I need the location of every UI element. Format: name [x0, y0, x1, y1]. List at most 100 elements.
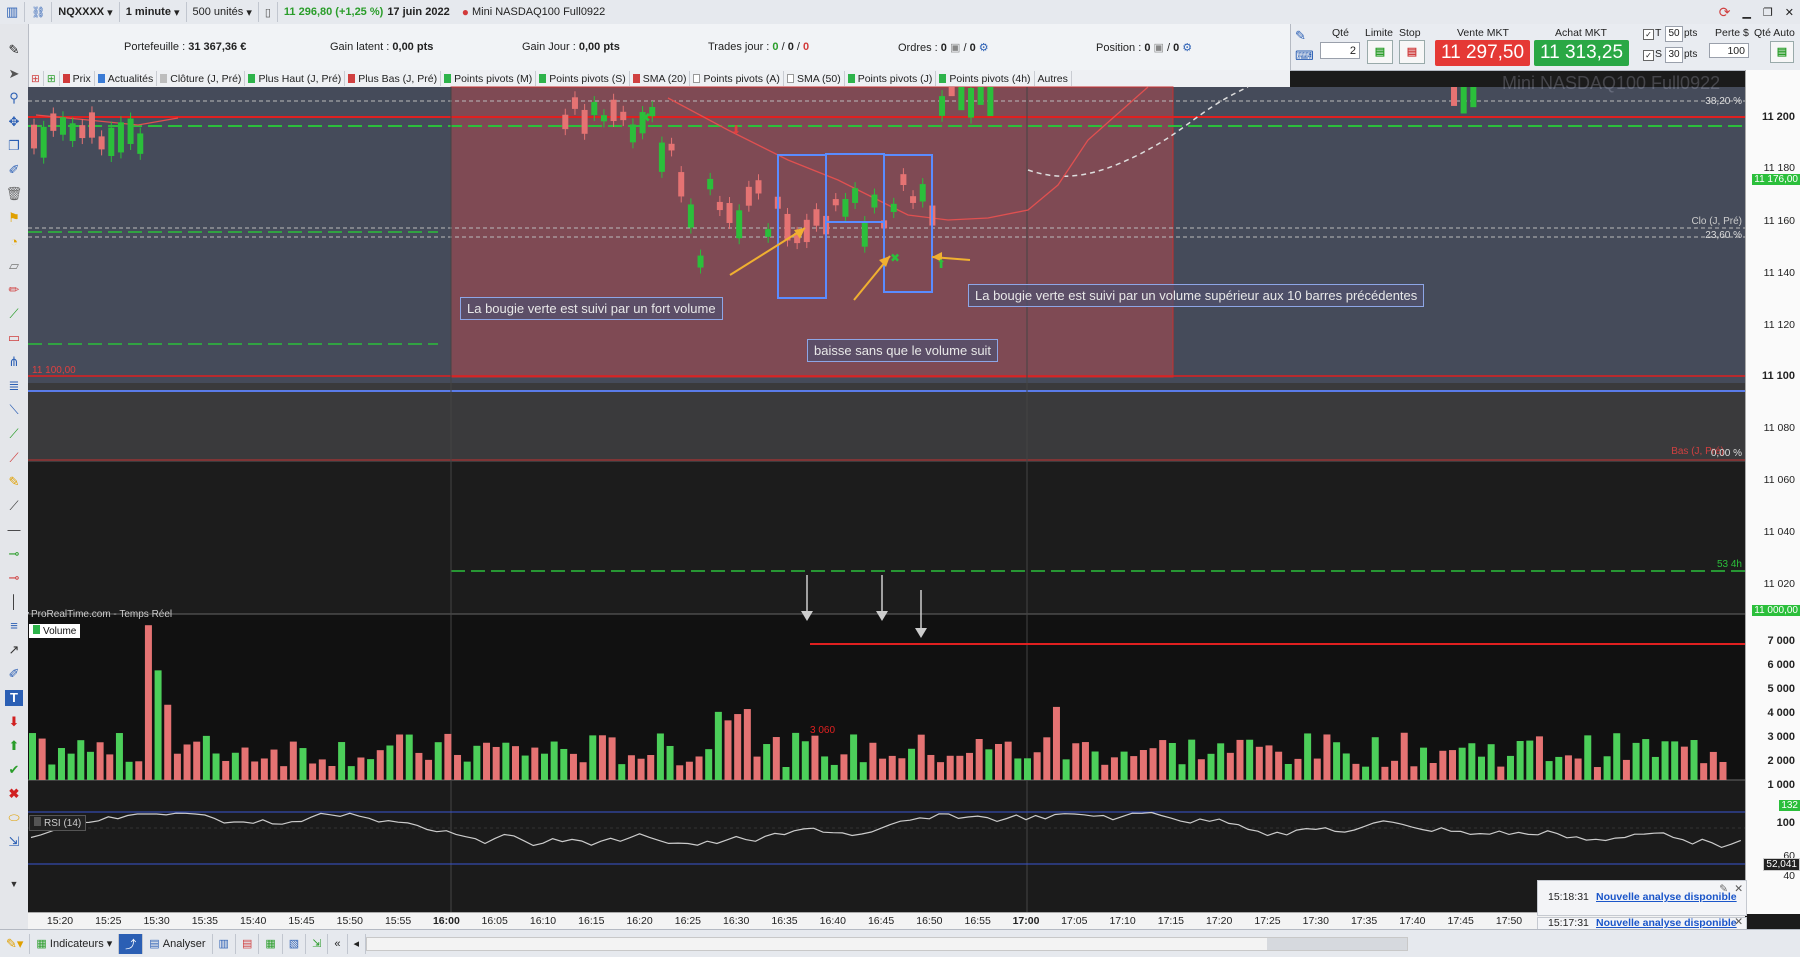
paint-icon[interactable]: ✐	[5, 666, 23, 682]
down-arrow-icon[interactable]: ⬇	[5, 714, 23, 730]
candle	[591, 102, 598, 115]
link-icon[interactable]: ⛓	[25, 2, 53, 22]
fork-icon[interactable]: ⋔	[5, 354, 23, 370]
vertical-line-icon[interactable]: │	[5, 594, 23, 610]
move-icon[interactable]: ✥	[5, 114, 23, 130]
info-icon[interactable]: ▯	[259, 2, 278, 22]
notification[interactable]: 15:18:31 Nouvelle analyse disponible ✎ ✕	[1537, 880, 1747, 916]
close-icon[interactable]: ✕	[1779, 2, 1800, 22]
arrow-tool-icon[interactable]: ↗	[5, 642, 23, 658]
segment-icon[interactable]: ⟋	[5, 450, 23, 466]
volume-bar	[540, 753, 548, 780]
loss-input[interactable]: 100	[1709, 43, 1749, 58]
notification-close-icon[interactable]: ✕	[1734, 883, 1743, 895]
annotation-no-volume[interactable]: baisse sans que le volume suit	[807, 339, 999, 362]
volume-bar	[647, 754, 655, 780]
grid-icon[interactable]: ▦	[259, 933, 283, 954]
notification-link[interactable]: Nouvelle analyse disponible	[1596, 918, 1737, 929]
screener-icon[interactable]: ▥	[213, 933, 236, 954]
ellipse-icon[interactable]: ⬭	[5, 810, 23, 826]
scroll-down-icon[interactable]: ▼	[5, 876, 23, 892]
share-icon[interactable]: ⤴	[119, 933, 144, 954]
interval-select[interactable]: 1 minute ▾	[120, 2, 187, 22]
delete-icon[interactable]: ✖	[5, 786, 23, 802]
indicators-button[interactable]: ▦ Indicateurs ▾	[30, 933, 120, 954]
horizontal-line-icon[interactable]: —	[5, 522, 23, 538]
candle	[977, 87, 984, 105]
ordres-detail-icon[interactable]: ▣	[950, 42, 960, 54]
sell-market-button[interactable]: 11 297,50	[1435, 40, 1530, 66]
position-detail-icon[interactable]: ▣	[1154, 42, 1164, 54]
expand-icon[interactable]: ⇲	[5, 834, 23, 850]
draw-menu-icon[interactable]: ✎▾	[0, 933, 31, 954]
bell-icon[interactable]: ◔	[5, 234, 23, 250]
volume-panel-label[interactable]: Volume	[29, 624, 81, 638]
position-settings-icon[interactable]: ⚙	[1182, 42, 1192, 54]
price-axis[interactable]: 11 200 11 180 11 176,00 11 160 11 140 11…	[1745, 70, 1800, 914]
analysis-zone[interactable]	[450, 86, 1174, 378]
rsi-panel-label[interactable]: RSI (14)	[29, 815, 87, 831]
buy-market-button[interactable]: 11 313,25	[1534, 40, 1629, 66]
notification-link[interactable]: Nouvelle analyse disponible	[1596, 891, 1737, 903]
keyboard-icon[interactable]: ⌨	[1295, 48, 1314, 64]
symbol-select[interactable]: NQXXXX ▾	[52, 2, 120, 22]
levels-icon[interactable]: ≡	[5, 618, 23, 634]
refresh-icon[interactable]: ⟳	[1713, 2, 1737, 22]
minimize-icon[interactable]: ▁	[1736, 2, 1756, 22]
volume-panel-bg	[28, 614, 1745, 780]
chart-type-icon[interactable]: ▥	[0, 2, 26, 22]
text-icon[interactable]: T	[5, 690, 23, 706]
report-icon[interactable]: ▤	[236, 933, 260, 954]
trendline-icon[interactable]: ⟍	[5, 402, 23, 418]
stop-checkbox[interactable]: ✓	[1643, 50, 1654, 61]
ordres-settings-icon[interactable]: ⚙	[979, 42, 989, 54]
marker-icon[interactable]: ✏	[5, 282, 23, 298]
node-line-icon[interactable]: ⟋	[5, 498, 23, 514]
analyze-button[interactable]: ▤ Analyser	[143, 933, 213, 954]
up-arrow-icon[interactable]: ⬆	[5, 738, 23, 754]
volume-bar	[1371, 737, 1379, 780]
cursor-icon[interactable]: ➤	[5, 66, 23, 82]
checkmark-icon[interactable]: ✔	[5, 762, 23, 778]
scrollbar-thumb[interactable]	[1267, 937, 1408, 950]
export-icon[interactable]: ⇲	[306, 933, 329, 954]
restore-icon[interactable]: ❐	[1757, 2, 1779, 22]
brush-icon[interactable]: ✐	[5, 162, 23, 178]
trash-icon[interactable]: 🗑	[5, 186, 23, 202]
volume-bar	[608, 737, 616, 780]
candle	[939, 96, 946, 116]
zoom-icon[interactable]: ⚲	[5, 90, 23, 106]
ruler-icon[interactable]: ▱	[5, 258, 23, 274]
horizontal-scrollbar[interactable]	[366, 936, 1409, 951]
annotation-strong-volume[interactable]: La bougie verte est suivi par un fort vo…	[460, 297, 723, 320]
scroll-left-icon[interactable]: ◂	[348, 933, 367, 954]
channel-icon[interactable]: ⟋	[5, 306, 23, 322]
qty-input[interactable]: 2	[1320, 42, 1360, 59]
time-axis[interactable]: 15:20 15:25 15:30 15:35 15:40 15:45 15:50 15:55…	[28, 912, 1745, 930]
units-select[interactable]: 500 unités ▾	[187, 2, 259, 22]
red-hline-icon[interactable]: ⊸	[5, 570, 23, 586]
layout-icon[interactable]: ▧	[283, 933, 307, 954]
stop-loss-input[interactable]: 30	[1665, 47, 1683, 63]
annotation-higher-volume[interactable]: La bougie verte est suivi par un volume …	[968, 284, 1425, 307]
limit-order-icon[interactable]: ▤	[1367, 40, 1393, 64]
copy-icon[interactable]: ❐	[5, 138, 23, 154]
fib-icon[interactable]: ≣	[5, 378, 23, 394]
highlighter-icon[interactable]: ✎	[5, 474, 23, 490]
auto-qty-button[interactable]: ▤	[1770, 41, 1794, 63]
stop-order-icon[interactable]: ▤	[1399, 40, 1425, 64]
notification-pin-icon[interactable]: ✎	[1719, 883, 1728, 895]
chart-area[interactable]: ✖ ✖ ⬇ ⬆	[28, 70, 1745, 912]
target-checkbox[interactable]: ✓	[1643, 29, 1654, 40]
green-hline-icon[interactable]: ⊸	[5, 546, 23, 562]
wrench-icon[interactable]: ✎	[1295, 28, 1306, 44]
rectangle-icon[interactable]: ▭	[5, 330, 23, 346]
alert-icon[interactable]: ⚑	[5, 210, 23, 226]
volume-bar	[772, 737, 780, 780]
candle	[910, 196, 917, 203]
scroll-first-icon[interactable]: «	[328, 933, 348, 954]
notification-close-icon[interactable]: ✕	[1734, 918, 1743, 928]
target-input[interactable]: 50	[1665, 26, 1683, 42]
pencil-icon[interactable]: ✎	[5, 42, 23, 58]
ray-icon[interactable]: ⟋	[5, 426, 23, 442]
